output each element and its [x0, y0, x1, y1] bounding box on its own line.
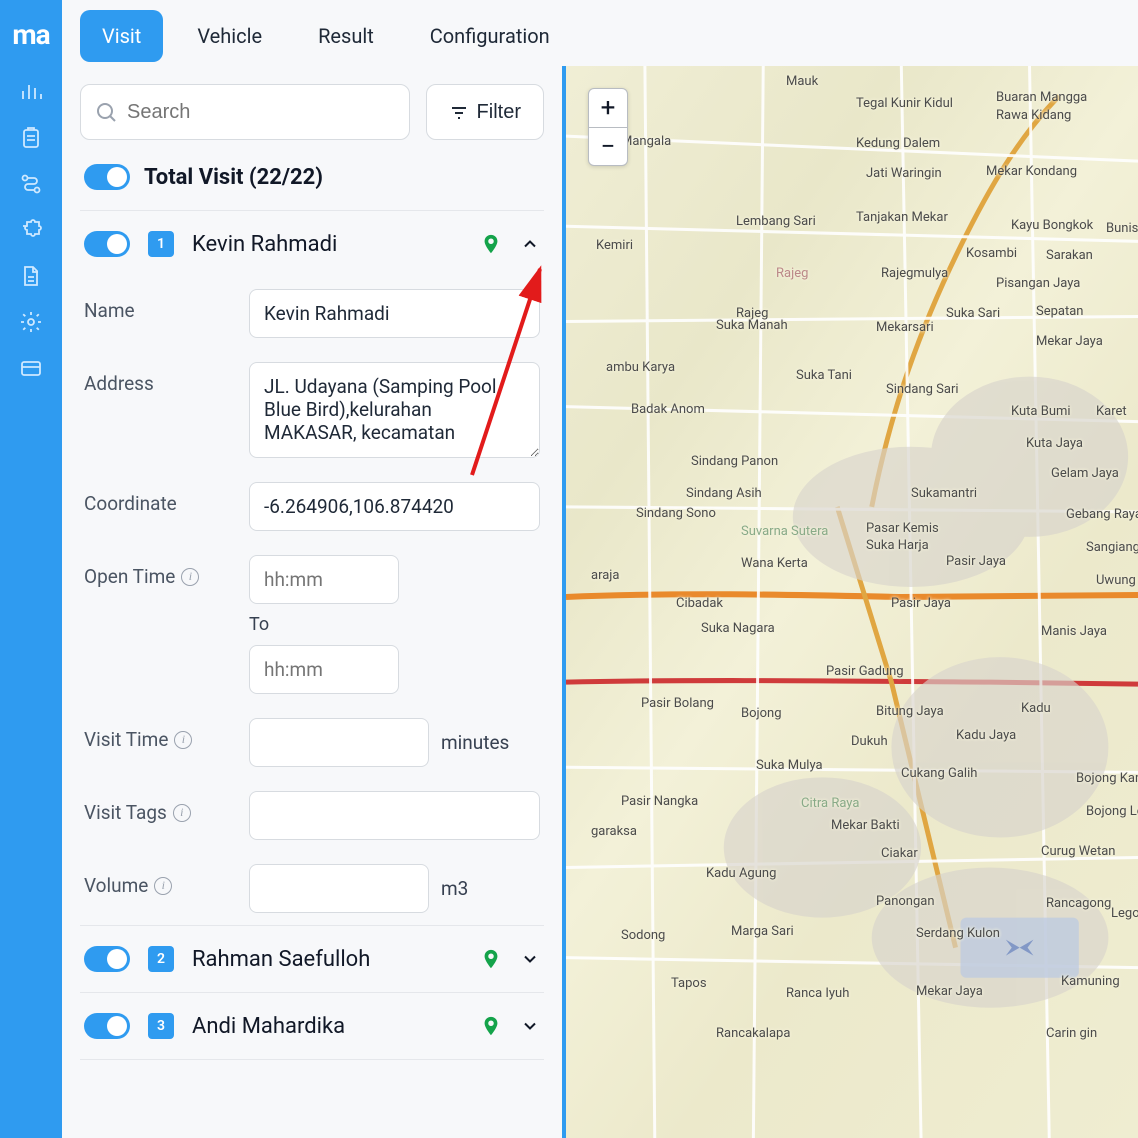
zoom-out-button[interactable]: −	[589, 127, 627, 165]
visit-header-3[interactable]: 3 Andi Mahardika	[80, 993, 544, 1059]
puzzle-icon	[19, 218, 43, 242]
visit-tags-field[interactable]	[249, 791, 540, 840]
chart-icon	[19, 80, 43, 104]
search-icon	[95, 101, 117, 123]
info-icon[interactable]: i	[181, 568, 199, 586]
visit-time-field[interactable]	[249, 718, 429, 767]
toggle-visit-3[interactable]	[84, 1013, 130, 1039]
rail-settings[interactable]	[12, 303, 50, 341]
visit-title-1: Kevin Rahmadi	[192, 232, 462, 257]
coordinate-field[interactable]	[249, 482, 540, 531]
visit-panel: Filter Total Visit (22/22) 1 Kevin Rahma…	[62, 66, 562, 1138]
unit-m3: m3	[441, 877, 468, 900]
label-coordinate: Coordinate	[84, 482, 239, 515]
visit-header-1[interactable]: 1 Kevin Rahmadi	[80, 211, 544, 277]
address-field[interactable]: JL. Udayana (Samping Pool Blue Bird),kel…	[249, 362, 540, 458]
top-tabs: Visit Vehicle Result Configuration	[62, 0, 1138, 66]
chevron-down-icon	[520, 1016, 540, 1036]
label-open-time: Open Time i	[84, 555, 239, 588]
label-to: To	[249, 612, 269, 637]
zoom-in-button[interactable]: +	[589, 89, 627, 127]
toggle-total-visit[interactable]	[84, 164, 130, 190]
main-panel: Visit Vehicle Result Configuration Filte…	[62, 0, 1138, 1138]
visit-num-2: 2	[148, 946, 174, 972]
card-icon	[19, 356, 43, 380]
filter-label: Filter	[477, 101, 521, 124]
label-name: Name	[84, 289, 239, 322]
route-icon	[19, 172, 43, 196]
rail-billing[interactable]	[12, 349, 50, 387]
tab-configuration[interactable]: Configuration	[408, 10, 572, 62]
map-pin-icon-1[interactable]	[480, 233, 502, 255]
open-time-from-field[interactable]	[249, 555, 399, 604]
filter-button[interactable]: Filter	[426, 84, 544, 140]
unit-minutes: minutes	[441, 731, 509, 754]
info-icon[interactable]: i	[173, 804, 191, 822]
clipboard-icon	[19, 126, 43, 150]
rail-analytics[interactable]	[12, 73, 50, 111]
total-visit-row: Total Visit (22/22)	[80, 158, 544, 211]
rail-document[interactable]	[12, 257, 50, 295]
chevron-up-icon	[520, 234, 540, 254]
filter-icon	[449, 103, 467, 121]
visit-card-3: 3 Andi Mahardika	[80, 993, 544, 1060]
tab-visit[interactable]: Visit	[80, 10, 163, 62]
label-visit-tags: Visit Tags i	[84, 791, 239, 824]
toggle-visit-2[interactable]	[84, 946, 130, 972]
gear-icon	[19, 310, 43, 334]
map-pin-icon-3[interactable]	[480, 1015, 502, 1037]
label-visit-time: Visit Time i	[84, 718, 239, 751]
info-icon[interactable]: i	[154, 877, 172, 895]
visit-header-2[interactable]: 2 Rahman Saefulloh	[80, 926, 544, 992]
tab-vehicle[interactable]: Vehicle	[175, 10, 284, 62]
label-volume: Volume i	[84, 864, 239, 897]
map-pin-icon-2[interactable]	[480, 948, 502, 970]
visit-card-1: 1 Kevin Rahmadi Name Address JL. Udayana…	[80, 211, 544, 926]
open-time-to-field[interactable]	[249, 645, 399, 694]
road-layer	[566, 66, 1138, 1138]
search-input[interactable]	[127, 101, 395, 124]
visit-title-2: Rahman Saefulloh	[192, 947, 462, 972]
visit-card-2: 2 Rahman Saefulloh	[80, 926, 544, 993]
document-icon	[19, 264, 43, 288]
label-address: Address	[84, 362, 239, 395]
rail-plugin[interactable]	[12, 211, 50, 249]
app-logo: ma	[12, 18, 49, 51]
sidebar-rail: ma	[0, 0, 62, 1138]
rail-clipboard[interactable]	[12, 119, 50, 157]
rail-route[interactable]	[12, 165, 50, 203]
info-icon[interactable]: i	[174, 731, 192, 749]
visit-title-3: Andi Mahardika	[192, 1014, 462, 1039]
chevron-down-icon	[520, 949, 540, 969]
tab-result[interactable]: Result	[296, 10, 396, 62]
zoom-control: + −	[588, 88, 628, 166]
total-visit-label: Total Visit (22/22)	[144, 165, 323, 190]
toggle-visit-1[interactable]	[84, 231, 130, 257]
visit-num-1: 1	[148, 231, 174, 257]
search-box[interactable]	[80, 84, 410, 140]
name-field[interactable]	[249, 289, 540, 338]
volume-field[interactable]	[249, 864, 429, 913]
visit-num-3: 3	[148, 1013, 174, 1039]
map-area[interactable]: MaukTegal Kunir KidulBuaran ManggaRawa K…	[562, 66, 1138, 1138]
